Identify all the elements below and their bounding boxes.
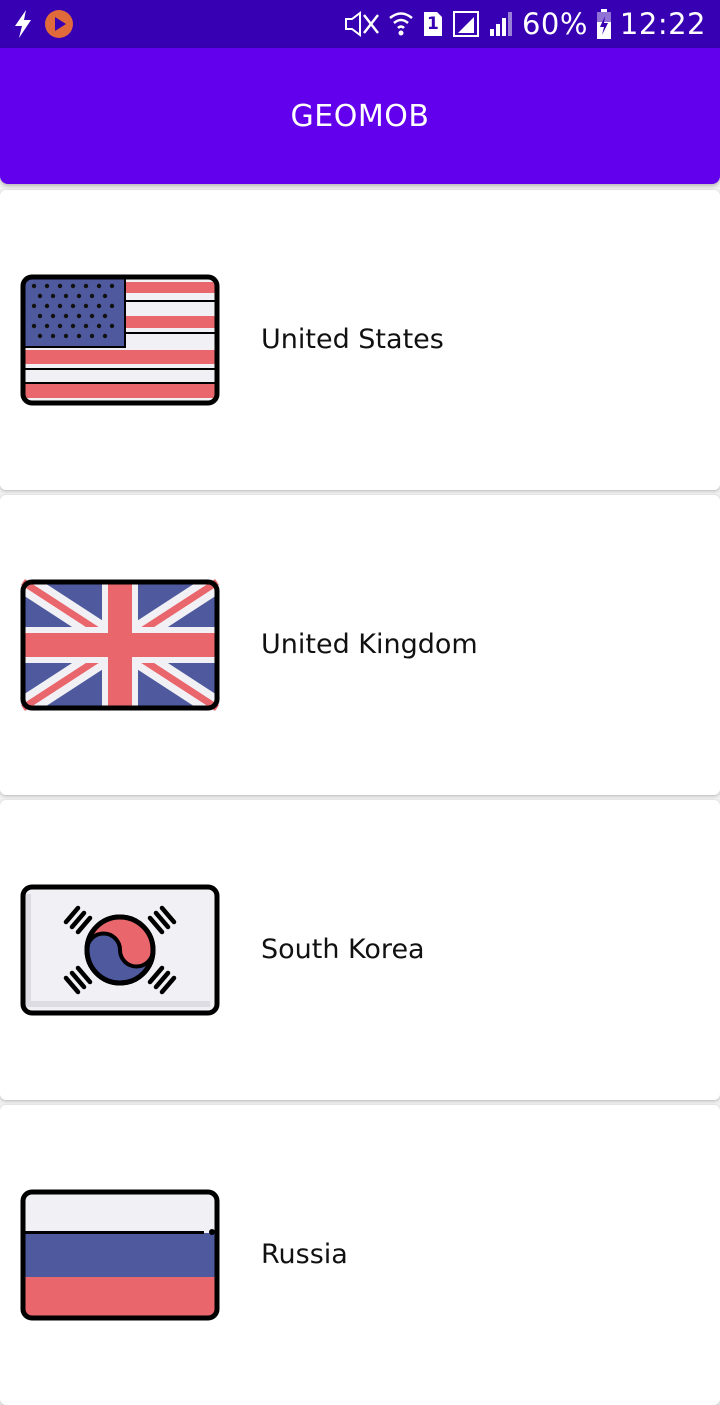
- wifi-icon: [388, 9, 414, 39]
- battery-charging-icon: [596, 8, 612, 40]
- app-bar: GEOMOB: [0, 48, 720, 184]
- country-card-russia[interactable]: Russia: [0, 1105, 720, 1405]
- sim-signal-icon: [452, 9, 480, 39]
- signal-icon: [488, 9, 514, 39]
- country-card-united-kingdom[interactable]: United Kingdom: [0, 495, 720, 795]
- russia-flag-icon: [20, 1189, 220, 1321]
- battery-percent: 60%: [521, 7, 588, 41]
- us-flag-icon: [20, 274, 220, 406]
- uk-flag-icon: [20, 579, 220, 711]
- app-title: GEOMOB: [290, 98, 430, 134]
- sim-icon: 1: [422, 9, 444, 39]
- country-name: United States: [261, 324, 444, 355]
- flash-icon: [12, 9, 34, 39]
- clock: 12:22: [619, 7, 706, 41]
- status-bar: 1 60% 12:22: [0, 0, 720, 48]
- play-icon: [44, 9, 74, 39]
- sim-number: 1: [427, 14, 439, 34]
- status-right: 1 60% 12:22: [342, 0, 706, 48]
- country-name: Russia: [261, 1239, 348, 1270]
- mute-icon: [342, 9, 380, 39]
- country-name: South Korea: [261, 934, 425, 965]
- status-left: [12, 0, 74, 48]
- country-name: United Kingdom: [261, 629, 478, 660]
- country-card-south-korea[interactable]: South Korea: [0, 800, 720, 1100]
- country-card-united-states[interactable]: United States: [0, 190, 720, 490]
- south-korea-flag-icon: [20, 884, 220, 1016]
